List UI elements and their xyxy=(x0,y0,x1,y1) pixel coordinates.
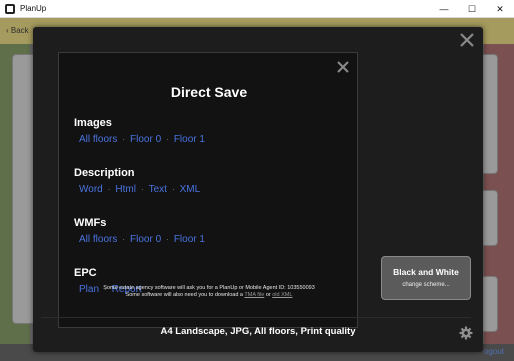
minimize-button[interactable]: — xyxy=(430,0,458,18)
description-links: Word · Html · Text · XML xyxy=(79,184,354,195)
back-label: Back xyxy=(10,26,29,35)
or-text: or xyxy=(265,292,271,298)
separator: · xyxy=(122,235,126,244)
description-title: Description xyxy=(74,167,135,179)
wmfs-floor-0-link[interactable]: Floor 0 xyxy=(130,234,161,245)
separator: · xyxy=(166,135,169,144)
title-bar: PlanUp — ☐ ✕ xyxy=(0,0,514,18)
old-xml-link[interactable]: old XML xyxy=(272,292,292,298)
direct-save-modal: Direct Save Images All floors · Floor 0 … xyxy=(33,27,483,352)
description-section: Description Word · Html · Text · XML xyxy=(74,167,354,195)
separator: · xyxy=(166,235,169,244)
back-button[interactable]: ‹ Back xyxy=(6,26,29,35)
description-text-link[interactable]: Text xyxy=(149,184,167,195)
app-icon xyxy=(5,3,15,14)
maximize-button[interactable]: ☐ xyxy=(458,0,486,18)
dialog-title: Direct Save xyxy=(170,84,248,100)
window-title: PlanUp xyxy=(20,4,47,13)
description-html-link[interactable]: Html xyxy=(115,184,136,195)
wmfs-title: WMFs xyxy=(74,217,107,229)
images-floor-1-link[interactable]: Floor 1 xyxy=(174,134,205,145)
wmfs-all-floors-link[interactable]: All floors xyxy=(79,234,117,245)
agent-id-note: Some estate agency software will ask you… xyxy=(59,285,359,299)
close-window-button[interactable]: ✕ xyxy=(486,0,514,18)
separator: · xyxy=(140,185,144,194)
images-all-floors-link[interactable]: All floors xyxy=(79,134,117,145)
scheme-name: Black and White xyxy=(393,267,459,277)
logout-link[interactable]: ogout xyxy=(484,347,504,356)
separator: · xyxy=(171,185,175,194)
separator: · xyxy=(107,185,111,194)
wmfs-section: WMFs All floors · Floor 0 · Floor 1 xyxy=(74,217,354,245)
close-icon[interactable] xyxy=(336,60,350,74)
direct-save-panel: Direct Save Images All floors · Floor 0 … xyxy=(58,52,358,328)
gear-icon[interactable] xyxy=(459,326,473,340)
change-scheme-button[interactable]: Black and White change scheme... xyxy=(381,256,471,300)
divider xyxy=(41,317,471,318)
scheme-change-label: change scheme... xyxy=(402,282,450,288)
wmfs-floor-1-link[interactable]: Floor 1 xyxy=(174,234,205,245)
close-icon[interactable] xyxy=(458,31,476,49)
separator: · xyxy=(122,135,126,144)
description-xml-link[interactable]: XML xyxy=(180,184,201,195)
tma-file-link[interactable]: TMA file xyxy=(244,292,264,298)
wmfs-links: All floors · Floor 0 · Floor 1 xyxy=(79,234,354,245)
description-word-link[interactable]: Word xyxy=(79,184,103,195)
epc-title: EPC xyxy=(74,267,97,279)
download-note-line: Some software will also need you to down… xyxy=(59,292,359,299)
images-floor-0-link[interactable]: Floor 0 xyxy=(130,134,161,145)
images-title: Images xyxy=(74,117,112,129)
images-section: Images All floors · Floor 0 · Floor 1 xyxy=(74,117,354,145)
download-note-text: Some software will also need you to down… xyxy=(125,292,243,298)
window-controls: — ☐ ✕ xyxy=(430,0,514,18)
agent-id-line: Some estate agency software will ask you… xyxy=(103,285,315,291)
images-links: All floors · Floor 0 · Floor 1 xyxy=(79,134,354,145)
output-settings-summary: A4 Landscape, JPG, All floors, Print qua… xyxy=(160,326,356,337)
